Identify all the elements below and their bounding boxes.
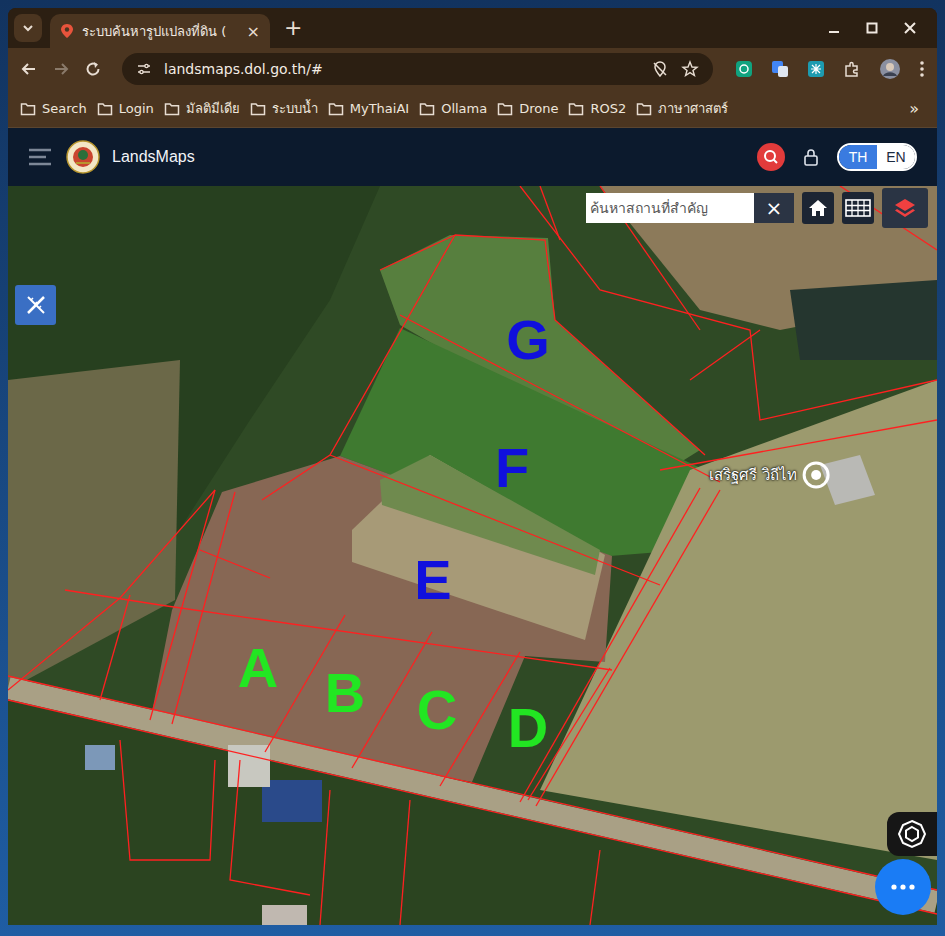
bookmark-folder[interactable]: Login — [97, 101, 154, 116]
bookmark-folder[interactable]: มัลติมีเดีย — [164, 98, 240, 119]
bookmark-folder[interactable]: MyThaiAI — [328, 101, 409, 116]
folder-icon — [328, 102, 344, 116]
forward-icon[interactable] — [52, 60, 70, 78]
bookmark-folder[interactable]: ROS2 — [568, 101, 626, 116]
puzzle-icon[interactable] — [843, 60, 861, 78]
grid-button[interactable] — [842, 192, 874, 224]
toolbar: landsmaps.dol.go.th/# — [8, 48, 937, 90]
place-search: × — [586, 193, 794, 223]
site-settings-icon[interactable] — [136, 61, 152, 77]
app-header: LandsMaps THEN — [8, 128, 937, 186]
search-icon[interactable] — [757, 143, 785, 171]
tab-list-button[interactable] — [14, 14, 42, 42]
menu-icon[interactable] — [919, 60, 925, 78]
more-actions-button[interactable] — [875, 859, 931, 915]
new-tab-button[interactable]: + — [278, 14, 308, 42]
tab-bar: ระบบค้นหารูปแปลงที่ดิน ( × + — [8, 8, 937, 48]
desktop: ระบบค้นหารูปแปลงที่ดิน ( × + landsmaps.dol.… — [0, 0, 945, 936]
map[interactable]: G FE ABCD เสริฐศรี วิถีไท × — [8, 186, 937, 925]
folder-icon — [20, 102, 36, 116]
parcel-label: F — [495, 440, 529, 496]
parcel-label: C — [417, 682, 457, 738]
pin-icon — [60, 23, 74, 39]
dol-logo-icon — [66, 140, 100, 174]
network-extension-icon[interactable] — [807, 60, 825, 78]
tab-close-button[interactable]: × — [247, 22, 260, 41]
parcel-label: G — [506, 312, 550, 368]
grid-icon — [845, 199, 871, 217]
satellite-map — [8, 186, 937, 925]
dots-icon — [891, 884, 915, 890]
lock-icon[interactable] — [803, 148, 819, 166]
address-bar[interactable]: landsmaps.dol.go.th/# — [122, 53, 713, 85]
address-text: landsmaps.dol.go.th/# — [164, 61, 639, 77]
layers-icon — [893, 196, 917, 220]
more-bookmarks-button[interactable]: » — [909, 99, 925, 118]
ruler-pencil-icon — [24, 293, 48, 317]
place-search-input[interactable] — [586, 193, 754, 223]
folder-icon — [497, 102, 513, 116]
reload-icon[interactable] — [84, 60, 102, 78]
folder-icon — [164, 102, 180, 116]
location-marker-icon — [801, 460, 831, 490]
star-icon[interactable] — [681, 60, 699, 78]
folder-icon — [568, 102, 584, 116]
folder-icon — [636, 102, 652, 116]
window-controls — [827, 8, 931, 48]
location-off-icon[interactable] — [651, 60, 669, 78]
home-icon — [807, 197, 829, 219]
parcel-label: D — [508, 700, 548, 756]
bookmark-folder[interactable]: Search — [20, 101, 87, 116]
parcel-label: B — [325, 665, 365, 721]
clear-search-button[interactable]: × — [754, 193, 794, 223]
openai-icon — [897, 819, 927, 849]
maximize-icon[interactable] — [865, 21, 879, 35]
place-marker[interactable]: เสริฐศรี วิถีไท — [709, 460, 831, 490]
home-button[interactable] — [802, 192, 834, 224]
bookmark-folder[interactable]: ระบบน้ำ — [250, 98, 318, 119]
measure-tool-button[interactable] — [15, 285, 56, 325]
extensions — [735, 58, 925, 80]
brand-name: LandsMaps — [112, 148, 195, 166]
bookmark-folder[interactable]: Drone — [497, 101, 558, 116]
bookmark-folder[interactable]: ภาษาศาสตร์ — [636, 98, 728, 119]
chatgpt-extension-icon[interactable] — [735, 60, 753, 78]
parcel-label: E — [414, 552, 451, 608]
tab-title: ระบบค้นหารูปแปลงที่ดิน ( — [82, 21, 239, 42]
hamburger-icon[interactable] — [28, 148, 52, 166]
close-icon[interactable] — [903, 21, 917, 35]
layers-button[interactable] — [882, 188, 928, 228]
bookmark-folder[interactable]: Ollama — [419, 101, 487, 116]
place-name: เสริฐศรี วิถีไท — [709, 463, 797, 487]
back-icon[interactable] — [20, 60, 38, 78]
parcel-label: A — [238, 640, 278, 696]
language-toggle: THEN — [837, 143, 917, 171]
translate-extension-icon[interactable] — [771, 60, 789, 78]
folder-icon — [250, 102, 266, 116]
chevron-down-icon — [21, 21, 35, 35]
language-option[interactable]: EN — [877, 145, 915, 169]
bookmarks-bar: Search Login มัลติมีเดีย ระบบน้ำ MyThaiAI Oll… — [8, 90, 937, 128]
minimize-icon[interactable] — [827, 21, 841, 35]
language-option[interactable]: TH — [839, 145, 877, 169]
folder-icon — [97, 102, 113, 116]
folder-icon — [419, 102, 435, 116]
avatar-icon[interactable] — [879, 58, 901, 80]
browser-tab[interactable]: ระบบค้นหารูปแปลงที่ดิน ( × — [50, 14, 270, 48]
browser-window: ระบบค้นหารูปแปลงที่ดิน ( × + landsmaps.dol.… — [8, 8, 937, 925]
map-controls: × — [586, 188, 928, 228]
assistant-button[interactable] — [887, 812, 937, 856]
